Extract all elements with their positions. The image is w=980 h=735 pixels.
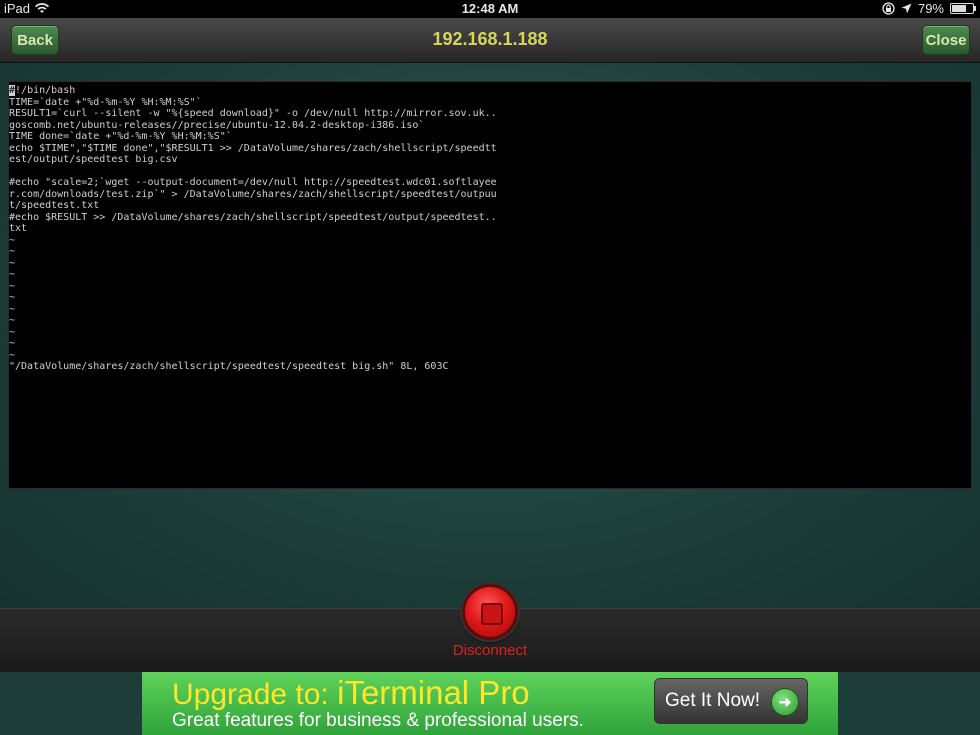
battery-percent: 79% (917, 1, 944, 16)
get-it-now-button[interactable]: Get It Now! ➜ (654, 678, 808, 724)
disconnect-label[interactable]: Disconnect (0, 642, 980, 659)
page-title: 192.168.1.188 (432, 29, 548, 49)
terminal-screen[interactable]: #!/bin/bash TIME=`date +"%d-%m-%Y %H:%M:… (8, 81, 972, 489)
ad-headline-product: iTerminal Pro (337, 674, 530, 711)
ad-strip: Upgrade to: iTerminal Pro Great features… (0, 672, 980, 735)
get-it-now-label: Get It Now! (665, 690, 761, 711)
ad-banner[interactable]: Upgrade to: iTerminal Pro Great features… (142, 672, 838, 735)
close-button[interactable]: Close (922, 25, 970, 55)
terminal-area: #!/bin/bash TIME=`date +"%d-%m-%Y %H:%M:… (0, 63, 980, 608)
battery-icon (950, 3, 976, 14)
arrow-right-icon: ➜ (771, 688, 799, 716)
ad-headline: Upgrade to: iTerminal Pro (172, 674, 530, 712)
status-bar: iPad 12:48 AM 79% (0, 0, 980, 18)
ad-subline: Great features for business & profession… (172, 710, 584, 731)
stop-icon (481, 603, 503, 625)
terminal-output: #!/bin/bash TIME=`date +"%d-%m-%Y %H:%M:… (9, 82, 971, 373)
location-icon (901, 3, 912, 14)
nav-bar: Back 192.168.1.188 Close (0, 18, 980, 63)
orientation-lock-icon (882, 2, 895, 15)
control-bar: Disconnect (0, 584, 980, 673)
terminal-text: !/bin/bash TIME=`date +"%d-%m-%Y %H:%M:%… (9, 85, 497, 372)
battery-fill (952, 5, 967, 12)
status-time: 12:48 AM (461, 1, 519, 16)
disconnect-button[interactable] (462, 584, 518, 640)
ad-headline-prefix: Upgrade to: (172, 678, 338, 711)
